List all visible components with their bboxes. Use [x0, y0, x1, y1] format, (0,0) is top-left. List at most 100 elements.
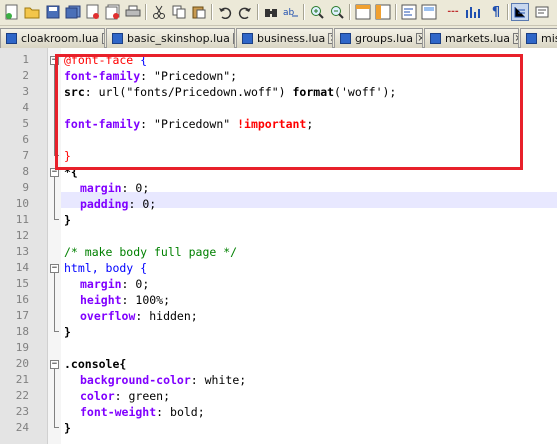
save-all-icon[interactable] — [64, 3, 82, 21]
sync-horizontal-icon[interactable] — [374, 3, 392, 21]
paste-icon[interactable] — [190, 3, 208, 21]
code-line-9: margin: 0; — [80, 180, 149, 196]
line-number: 20 — [15, 357, 29, 370]
line-number-gutter: 1 2 3 4 5 6 7 8 9 10 11 12 13 14 15 16 1… — [0, 48, 48, 444]
line-number: 19 — [15, 341, 29, 354]
line-number: 18 — [15, 325, 29, 338]
css-property: background-color — [80, 373, 191, 387]
indent-guide-icon[interactable]: --- — [444, 3, 462, 21]
tab-close-icon[interactable]: × — [232, 33, 234, 44]
word-wrap-icon[interactable] — [400, 3, 418, 21]
lua-file-icon — [340, 33, 351, 44]
lua-file-icon — [112, 33, 123, 44]
line-number: 6 — [22, 133, 29, 146]
tab-business[interactable]: business.lua × — [236, 28, 333, 48]
line-number: 4 — [22, 101, 29, 114]
tab-label: markets.lua — [445, 32, 511, 45]
user-lang-icon[interactable] — [464, 3, 482, 21]
line-number: 13 — [15, 245, 29, 258]
line-number: 23 — [15, 405, 29, 418]
line-number: 9 — [22, 181, 29, 194]
code-line-10: padding: 0; — [80, 196, 156, 212]
tab-bar: cloakroom.lua × basic_skinshop.lua × bus… — [0, 26, 557, 48]
code-line-18: } — [64, 324, 71, 340]
line-number: 10 — [15, 197, 29, 210]
css-value: : 0; — [128, 197, 157, 211]
line-number: 7 — [22, 149, 29, 162]
lua-file-icon — [6, 33, 17, 44]
css-value: : green; — [114, 389, 171, 403]
tab-cloakroom[interactable]: cloakroom.lua × — [0, 28, 105, 48]
brace: } — [64, 421, 71, 435]
brace: } — [64, 213, 71, 227]
line-number: 24 — [15, 421, 29, 434]
line-number: 11 — [15, 213, 29, 226]
brace: } — [64, 325, 71, 339]
css-value: : bold; — [156, 405, 205, 419]
css-value: : 0; — [121, 181, 150, 195]
new-file-icon[interactable] — [3, 3, 21, 21]
code-line-24: } — [64, 420, 71, 436]
css-property: overflow — [80, 309, 136, 323]
language-icon[interactable] — [533, 3, 551, 21]
close-icon[interactable] — [84, 3, 102, 21]
css-value: : hidden; — [135, 309, 198, 323]
tab-label: miss — [541, 32, 557, 45]
undo-icon[interactable] — [216, 3, 234, 21]
copy-icon[interactable] — [170, 3, 188, 21]
code-line-13: /* make body full page */ — [64, 244, 237, 260]
cut-icon[interactable] — [150, 3, 168, 21]
css-selector: html, body { — [64, 261, 148, 275]
tab-miss[interactable]: miss — [520, 28, 557, 48]
sync-vertical-icon[interactable] — [354, 3, 372, 21]
line-number: 2 — [22, 69, 29, 82]
tab-close-icon[interactable]: × — [101, 33, 104, 44]
pilcrow-icon[interactable]: ¶ — [487, 3, 505, 21]
tab-groups[interactable]: groups.lua × — [334, 28, 423, 48]
tab-close-icon[interactable]: × — [328, 33, 332, 44]
redo-icon[interactable] — [236, 3, 254, 21]
fold-collapse-icon[interactable]: − — [50, 264, 59, 273]
tab-close-icon[interactable]: × — [415, 33, 422, 44]
code-line-21: background-color: white; — [80, 372, 246, 388]
tab-label: groups.lua — [355, 32, 413, 45]
print-icon[interactable] — [124, 3, 142, 21]
line-number: 22 — [15, 389, 29, 402]
css-property: color — [80, 389, 115, 403]
line-number: 8 — [22, 165, 29, 178]
code-comment: /* make body full page */ — [64, 245, 238, 259]
line-number: 21 — [15, 373, 29, 386]
code-line-16: height: 100%; — [80, 292, 170, 308]
code-line-20: .console{ — [64, 356, 126, 372]
code-line-23: font-weight: bold; — [80, 404, 205, 420]
line-number: 17 — [15, 309, 29, 322]
save-icon[interactable] — [44, 3, 62, 21]
css-value: : 0; — [121, 277, 150, 291]
fold-collapse-icon[interactable]: − — [50, 360, 59, 369]
lua-file-icon — [526, 33, 537, 44]
toolbar: ab --- ¶ — [0, 0, 557, 26]
lua-file-icon — [430, 33, 441, 44]
replace-icon[interactable]: ab — [282, 3, 300, 21]
code-line-17: overflow: hidden; — [80, 308, 198, 324]
line-number: 14 — [15, 261, 29, 274]
lua-file-icon — [242, 33, 253, 44]
tab-label: cloakroom.lua — [21, 32, 99, 45]
css-value: : white; — [190, 373, 247, 387]
show-all-chars-icon[interactable] — [420, 3, 438, 21]
code-line-15: margin: 0; — [80, 276, 149, 292]
find-icon[interactable] — [262, 3, 280, 21]
line-number: 15 — [15, 277, 29, 290]
css-property: margin — [80, 277, 122, 291]
tab-markets[interactable]: markets.lua × — [424, 28, 519, 48]
css-selector: .console{ — [64, 357, 127, 371]
zoom-in-icon[interactable] — [308, 3, 326, 21]
open-file-icon[interactable] — [23, 3, 41, 21]
css-property: font-weight — [80, 405, 157, 419]
tab-close-icon[interactable]: × — [513, 33, 518, 44]
close-all-icon[interactable] — [104, 3, 122, 21]
red-annotation-box — [55, 54, 523, 170]
indent-guides-icon[interactable] — [511, 3, 529, 21]
tab-basic-skinshop[interactable]: basic_skinshop.lua × — [106, 28, 235, 48]
zoom-out-icon[interactable] — [328, 3, 346, 21]
